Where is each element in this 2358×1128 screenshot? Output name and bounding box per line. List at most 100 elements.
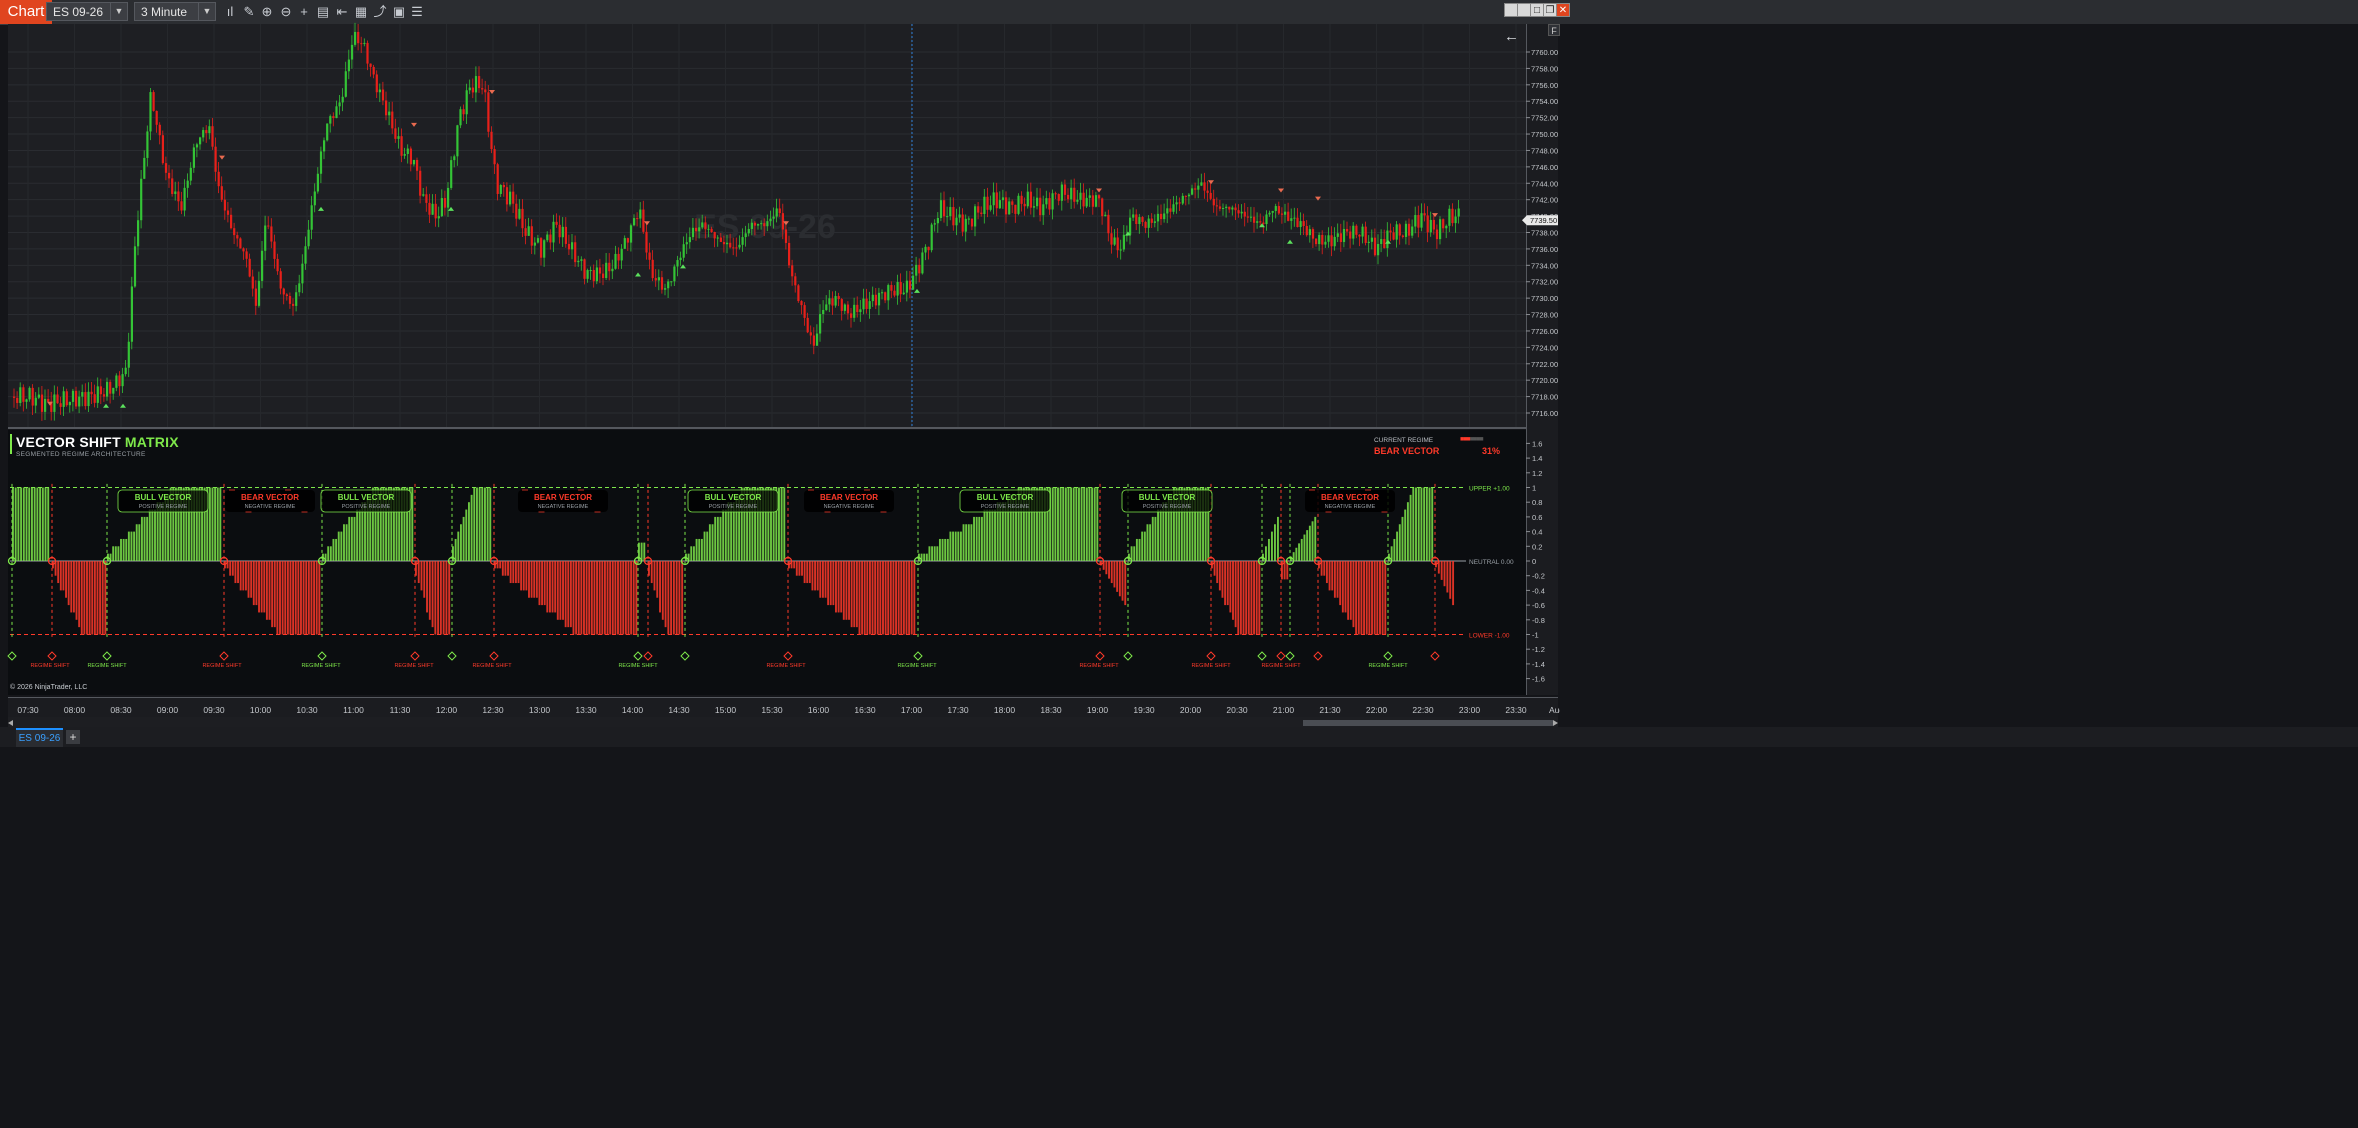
candle-body — [1386, 230, 1389, 249]
bull-histogram-bar — [20, 487, 23, 561]
candle-body — [471, 87, 474, 93]
bull-histogram-bar — [143, 516, 146, 561]
candle-body — [574, 242, 577, 263]
candle-body — [1249, 216, 1253, 218]
candle-body — [998, 200, 1001, 209]
bull-histogram-bar — [1096, 487, 1099, 561]
candle-body — [47, 398, 50, 402]
bear-histogram-bar — [448, 561, 451, 635]
candle-body — [248, 258, 251, 277]
candle-body — [763, 223, 766, 227]
bear-histogram-bar — [1124, 561, 1127, 606]
candle-body — [558, 224, 561, 238]
candle-body — [1187, 194, 1191, 197]
candle-body — [865, 298, 868, 309]
bear-histogram-bar — [895, 561, 898, 635]
candle-body — [1042, 204, 1045, 216]
candle-body — [447, 187, 450, 208]
candle-body — [1063, 184, 1067, 195]
bear-histogram-bar — [845, 561, 848, 620]
candle-body — [34, 397, 37, 406]
bull-histogram-bar — [345, 524, 348, 561]
candle-body — [893, 290, 896, 296]
bear-histogram-bar — [879, 561, 882, 635]
bear-histogram-bar — [632, 561, 635, 635]
candle-body — [109, 381, 112, 394]
candle-body — [1104, 214, 1107, 217]
candle-body — [1243, 211, 1246, 217]
indicator-tick-label: -0.6 — [1532, 601, 1545, 610]
candle-body — [760, 223, 763, 225]
bull-histogram-bar — [931, 546, 934, 561]
candle-body — [130, 286, 133, 342]
candle-body — [688, 237, 691, 243]
bear-histogram-bar — [1363, 561, 1366, 635]
bull-histogram-bar — [120, 538, 122, 561]
bear-histogram-bar — [1258, 561, 1261, 635]
scroll-left-icon — [8, 720, 13, 726]
bull-histogram-bar — [468, 502, 470, 561]
candle-body — [552, 221, 555, 243]
bull-histogram-bar — [117, 546, 120, 561]
bull-histogram-bar — [1314, 516, 1317, 561]
candle-body — [1448, 208, 1451, 226]
candle-body — [608, 262, 611, 272]
candle-body — [1305, 225, 1308, 236]
candle-body — [797, 285, 800, 302]
bull-histogram-bar — [214, 487, 217, 561]
candle-body — [536, 238, 540, 243]
bear-histogram-bar — [603, 561, 606, 635]
bull-histogram-bar — [970, 524, 973, 561]
bull-vector-label: BULL VECTOR — [705, 493, 762, 502]
bull-histogram-bar — [489, 487, 492, 561]
bull-histogram-bar — [332, 538, 335, 561]
bull-histogram-bar — [708, 524, 711, 561]
indicator-title: VECTOR SHIFT MATRIX — [16, 434, 179, 450]
candle-body — [56, 394, 59, 404]
bear-histogram-bar — [1360, 561, 1363, 635]
candle-body — [1160, 213, 1163, 220]
bear-histogram-bar — [855, 561, 858, 628]
candle-body — [168, 172, 171, 179]
candle-body — [406, 148, 409, 154]
bull-histogram-bar — [959, 531, 962, 561]
add-tab-button[interactable]: + — [66, 730, 80, 744]
candle-body — [1026, 191, 1029, 207]
regime-shift-label: REGIME SHIFT — [897, 663, 937, 669]
regime-sub-label: NEGATIVE REGIME — [538, 504, 589, 510]
candle-body — [509, 191, 512, 205]
candle-body — [155, 110, 158, 125]
candle-body — [133, 246, 137, 287]
bear-histogram-bar — [99, 561, 102, 635]
time-tick-label: 15:00 — [715, 705, 737, 715]
bear-histogram-bar — [619, 561, 622, 635]
candle-body — [205, 130, 208, 134]
back-arrow-icon[interactable]: ← — [1504, 28, 1519, 45]
bull-histogram-bar — [47, 487, 50, 561]
bear-histogram-bar — [437, 561, 440, 635]
candle-body — [930, 224, 933, 251]
price-tick-label: 7754.00 — [1531, 97, 1558, 106]
price-tick-label: 7756.00 — [1531, 81, 1558, 90]
candle-body — [1318, 234, 1321, 245]
regime-shift-label: REGIME SHIFT — [766, 663, 806, 669]
scroll-right-icon — [1553, 720, 1558, 726]
candle-body — [698, 227, 701, 232]
candle-body — [1098, 195, 1101, 199]
bull-histogram-bar — [25, 487, 28, 561]
candle-body — [78, 396, 81, 407]
bear-histogram-bar — [598, 561, 601, 635]
bull-histogram-bar — [954, 531, 957, 561]
bear-histogram-bar — [678, 561, 681, 635]
bear-histogram-bar — [1113, 561, 1116, 588]
bull-histogram-bar — [973, 516, 975, 561]
tab-es-09-26[interactable]: ES 09-26 — [16, 728, 63, 747]
candle-body — [564, 226, 567, 244]
candle-body — [1085, 197, 1088, 207]
bull-histogram-bar — [783, 487, 786, 561]
bear-vector-label: BEAR VECTOR — [241, 493, 299, 502]
candle-body — [394, 128, 397, 139]
chart-flag-button[interactable]: F — [1548, 24, 1560, 36]
indicator-tick-label: 0.6 — [1532, 513, 1542, 522]
bear-histogram-bar — [86, 561, 88, 635]
